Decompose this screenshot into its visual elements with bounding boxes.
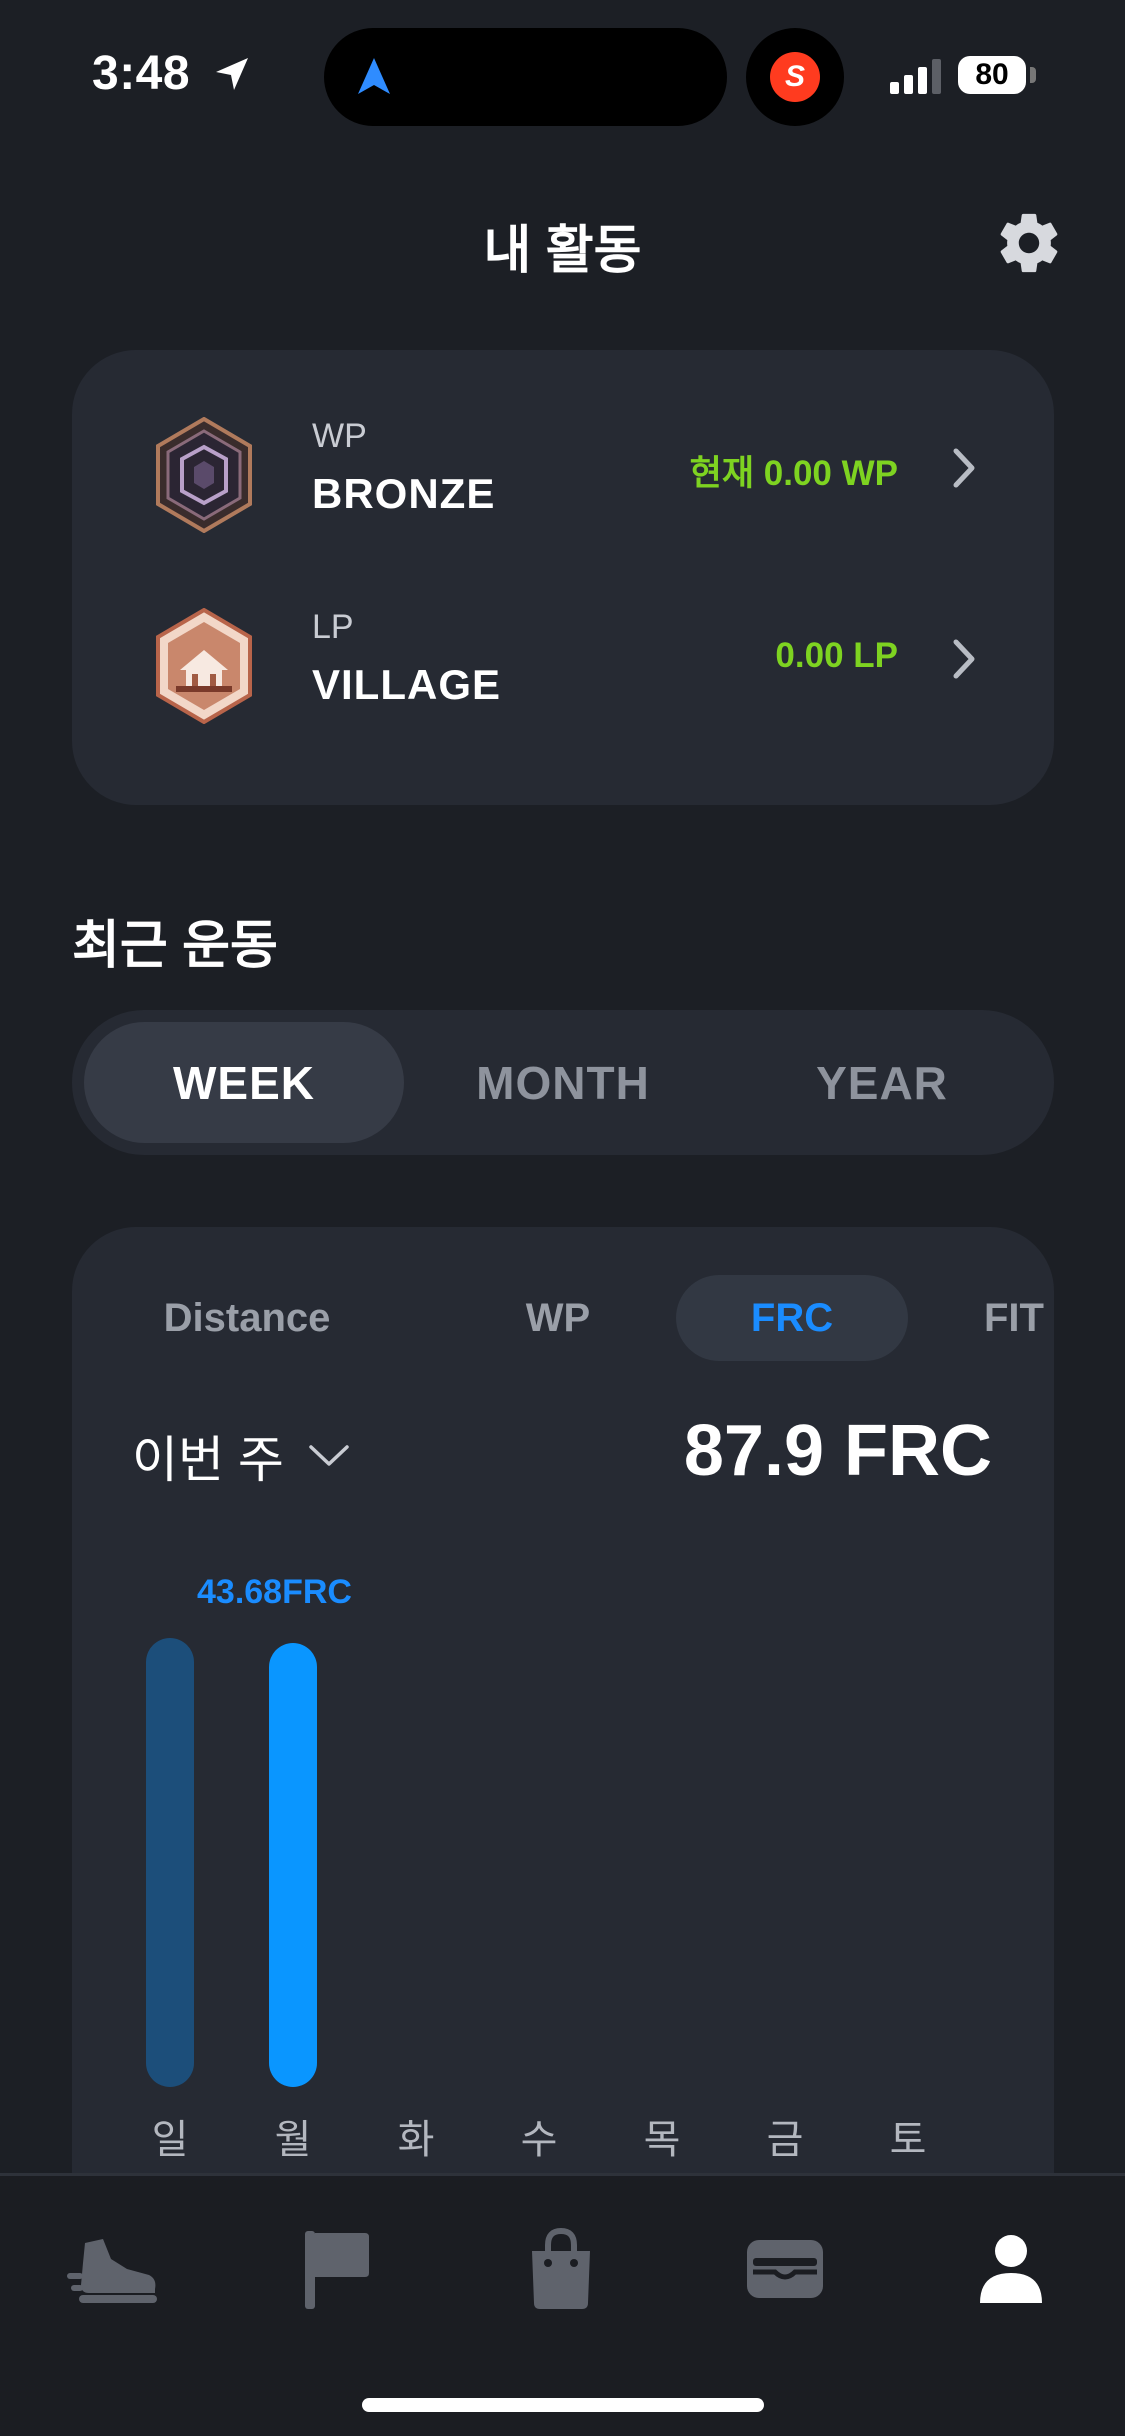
tab-profile[interactable] [956,2214,1066,2324]
metric-tab-frc[interactable]: FRC [676,1275,908,1361]
location-arrow-icon [216,58,248,90]
day-label: 금 [766,2118,804,2162]
gear-icon [1000,213,1058,273]
rank-name: VILLAGE [312,661,502,708]
day-label: 수 [520,2118,558,2162]
period-month-tab[interactable]: MONTH [403,1022,723,1143]
day-label: 토 [889,2118,927,2162]
chevron-right-icon [953,639,975,679]
rank-value: 0.00 LP [775,636,898,675]
day-label: 목 [643,2118,681,2162]
period-week-tab[interactable]: WEEK [84,1022,404,1143]
period-year-tab[interactable]: YEAR [722,1022,1042,1143]
rank-name: BRONZE [312,470,496,517]
live-activity-bubble[interactable]: S [746,28,844,126]
battery-cap [1030,67,1036,83]
signal-icon [890,59,941,94]
day-label: 화 [397,2118,435,2162]
metric-tab-fit[interactable]: FIT [972,1275,1054,1361]
rank-row-lp[interactable]: LP VILLAGE 0.00 LP [72,596,1054,746]
settings-button[interactable] [992,206,1066,280]
page-title: 내 활동 [483,222,642,280]
period-segmented-control: WEEK MONTH YEAR [72,1010,1054,1155]
home-indicator [362,2398,764,2412]
tab-shop[interactable] [506,2214,616,2324]
section-title-recent-workouts: 최근 운동 [72,917,278,975]
chevron-right-icon [953,448,975,488]
metric-tab-wp[interactable]: WP [498,1275,618,1361]
dynamic-island [324,28,727,126]
rank-value: 현재 0.00 WP [689,454,898,493]
rank-row-wp[interactable]: WP BRONZE 현재 0.00 WP [72,405,1054,555]
navigation-icon [358,58,390,94]
chart-bar[interactable] [146,1638,194,2087]
chevron-down-icon [309,1445,349,1466]
flag-icon [305,2231,369,2309]
bottom-tab-bar [0,2173,1125,2436]
person-icon [980,2235,1042,2303]
battery-icon: 80 [958,56,1026,94]
range-label: 이번 주 [132,1432,284,1488]
metric-tab-distance[interactable]: Distance [132,1275,362,1361]
range-dropdown[interactable]: 이번 주 [132,1420,350,1492]
sneaker-icon [67,2239,157,2303]
day-label: 일 [151,2118,189,2162]
app-icon: S [770,52,820,102]
chart-bar[interactable] [269,1643,317,2087]
bronze-badge-icon [156,417,252,533]
total-value: 87.9 FRC [683,1411,992,1491]
rank-card: WP BRONZE 현재 0.00 WP LP VILLAGE 0.00 LP [72,350,1054,805]
bar-value-label: 43.68FRC [197,1573,352,1611]
chart-card: Distance WP FRC FIT 이번 주 87.9 FRC 일 43.68… [72,1227,1054,2237]
rank-type-label: WP [312,417,367,455]
wallet-icon [747,2240,823,2298]
tab-wallet[interactable] [730,2214,840,2324]
shopping-bag-icon [532,2227,590,2309]
tab-challenge[interactable] [280,2214,390,2324]
day-label: 월 [274,2118,312,2162]
village-badge-icon [156,608,252,724]
my-activity-screen: 3:48 S 80 내 활동 WP BRONZE 현재 0.00 WP LP V… [0,0,1125,2436]
status-time: 3:48 [92,47,191,100]
tab-run[interactable] [58,2214,168,2324]
rank-type-label: LP [312,608,354,646]
